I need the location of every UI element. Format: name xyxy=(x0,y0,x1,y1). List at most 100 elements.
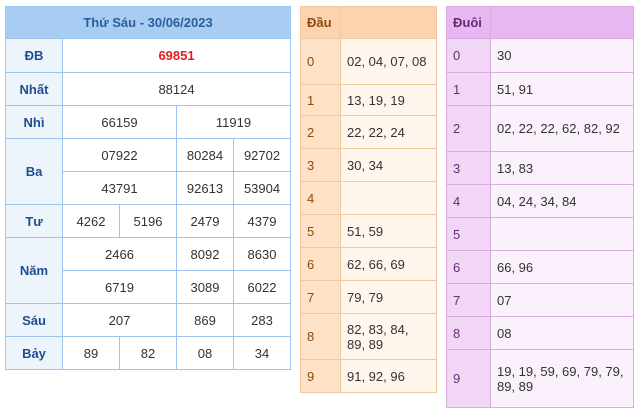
prize-value: 43791 xyxy=(62,171,177,205)
tail-row: 5 xyxy=(446,217,634,251)
prize-value: 4262 xyxy=(62,204,120,238)
prize-value: 8092 xyxy=(176,237,234,271)
prize-value: 53904 xyxy=(232,171,292,205)
tail-key: 7 xyxy=(446,283,491,317)
prize-value: 82 xyxy=(119,336,177,370)
tail-values: 19, 19, 59, 69, 79, 79, 89, 89 xyxy=(490,349,634,408)
result-date-title: Thứ Sáu - 30/06/2023 xyxy=(4,6,292,39)
tail-row: 0 30 xyxy=(446,38,634,73)
head-row: 3 30, 34 xyxy=(300,148,437,182)
head-header-label: Đầu xyxy=(300,6,341,39)
prize-value: 3089 xyxy=(176,270,234,304)
prize-value: 08 xyxy=(176,336,234,370)
result-title-row: Thứ Sáu - 30/06/2023 xyxy=(4,6,292,39)
head-digit-table: Đầu 0 02, 04, 07, 08 1 13, 19, 19 2 22, … xyxy=(300,6,437,393)
prize-value: 869 xyxy=(176,303,234,337)
prize-value: 283 xyxy=(232,303,292,337)
head-key: 2 xyxy=(300,115,341,149)
prize-value: 6719 xyxy=(62,270,177,304)
head-key: 9 xyxy=(300,359,341,393)
prize-value: 207 xyxy=(62,303,177,337)
head-key: 3 xyxy=(300,148,341,182)
tail-key: 1 xyxy=(446,72,491,106)
prize-label: Bảy xyxy=(5,336,63,370)
head-key: 8 xyxy=(300,313,341,360)
prize-value: 2479 xyxy=(176,204,234,238)
tail-row: 4 04, 24, 34, 84 xyxy=(446,184,634,218)
tail-key: 5 xyxy=(446,217,491,251)
head-values: 13, 19, 19 xyxy=(340,84,437,116)
tail-header-blank xyxy=(490,6,634,39)
prize-value: 34 xyxy=(232,336,292,370)
head-values: 91, 92, 96 xyxy=(340,359,437,393)
tail-row: 8 08 xyxy=(446,316,634,350)
head-row: 0 02, 04, 07, 08 xyxy=(300,38,437,85)
tail-header-label: Đuôi xyxy=(446,6,491,39)
tail-row: 7 07 xyxy=(446,283,634,317)
prize-label: Tư xyxy=(5,204,63,238)
prize-value: 2466 xyxy=(62,237,177,271)
tail-values: 13, 83 xyxy=(490,151,634,185)
prize-label: Nhất xyxy=(5,72,63,106)
prize-label: Nhì xyxy=(5,105,63,139)
tail-key: 3 xyxy=(446,151,491,185)
prize-label: Ba xyxy=(5,138,63,205)
tail-row: 6 66, 96 xyxy=(446,250,634,284)
prize-value: 88124 xyxy=(61,72,292,106)
head-row: 8 82, 83, 84, 89, 89 xyxy=(300,313,437,360)
prize-row-nhi: Nhì 66159 11919 xyxy=(5,105,292,139)
head-values: 62, 66, 69 xyxy=(340,247,437,281)
prize-row-db: ĐB 69851 xyxy=(5,38,292,73)
prize-value: 4379 xyxy=(232,204,292,238)
prize-label: Năm xyxy=(5,237,63,304)
head-values: 30, 34 xyxy=(340,148,437,182)
tail-values: 08 xyxy=(490,316,634,350)
tail-values: 04, 24, 34, 84 xyxy=(490,184,634,218)
head-header-blank xyxy=(340,6,437,39)
tail-values xyxy=(490,217,634,251)
tail-header-row: Đuôi xyxy=(446,6,634,39)
prize-value: 07922 xyxy=(62,138,177,172)
head-values: 51, 59 xyxy=(340,214,437,248)
prize-row-bay: Bảy 89 82 08 34 xyxy=(5,336,292,370)
head-key: 4 xyxy=(300,181,341,215)
prize-row-nhat: Nhất 88124 xyxy=(5,72,292,106)
head-values xyxy=(340,181,437,215)
prize-value: 5196 xyxy=(119,204,177,238)
prize-value: 92702 xyxy=(232,138,292,172)
tail-values: 07 xyxy=(490,283,634,317)
prize-value: 66159 xyxy=(62,105,177,139)
tail-row: 1 51, 91 xyxy=(446,72,634,106)
head-values: 82, 83, 84, 89, 89 xyxy=(340,313,437,360)
head-values: 79, 79 xyxy=(340,280,437,314)
tail-key: 2 xyxy=(446,105,491,152)
head-row: 4 xyxy=(300,181,437,215)
head-key: 0 xyxy=(300,38,341,85)
tail-key: 4 xyxy=(446,184,491,218)
prize-row-ba: Ba 07922 80284 92702 xyxy=(5,138,292,205)
tail-values: 02, 22, 22, 62, 82, 92 xyxy=(490,105,634,152)
head-row: 7 79, 79 xyxy=(300,280,437,314)
head-row: 6 62, 66, 69 xyxy=(300,247,437,281)
tail-digit-table: Đuôi 0 30 1 51, 91 2 02, 22, 22, 62, 82,… xyxy=(446,6,634,408)
prize-row-tu: Tư 4262 5196 2479 4379 xyxy=(5,204,292,238)
tail-key: 8 xyxy=(446,316,491,350)
head-row: 2 22, 22, 24 xyxy=(300,115,437,149)
prize-value: 6022 xyxy=(232,270,292,304)
tail-key: 6 xyxy=(446,250,491,284)
tail-key: 9 xyxy=(446,349,491,408)
prize-value: 8630 xyxy=(232,237,292,271)
head-header-row: Đầu xyxy=(300,6,437,39)
prize-value: 89 xyxy=(62,336,120,370)
tail-values: 51, 91 xyxy=(490,72,634,106)
prize-label: ĐB xyxy=(5,38,63,73)
prize-label: Sáu xyxy=(5,303,63,337)
head-key: 7 xyxy=(300,280,341,314)
lottery-result-table: Thứ Sáu - 30/06/2023 ĐB 69851 Nhất 88124… xyxy=(4,6,292,370)
head-key: 6 xyxy=(300,247,341,281)
tail-values: 66, 96 xyxy=(490,250,634,284)
tail-row: 3 13, 83 xyxy=(446,151,634,185)
head-row: 5 51, 59 xyxy=(300,214,437,248)
tail-values: 30 xyxy=(490,38,634,73)
prize-row-sau: Sáu 207 869 283 xyxy=(5,303,292,337)
